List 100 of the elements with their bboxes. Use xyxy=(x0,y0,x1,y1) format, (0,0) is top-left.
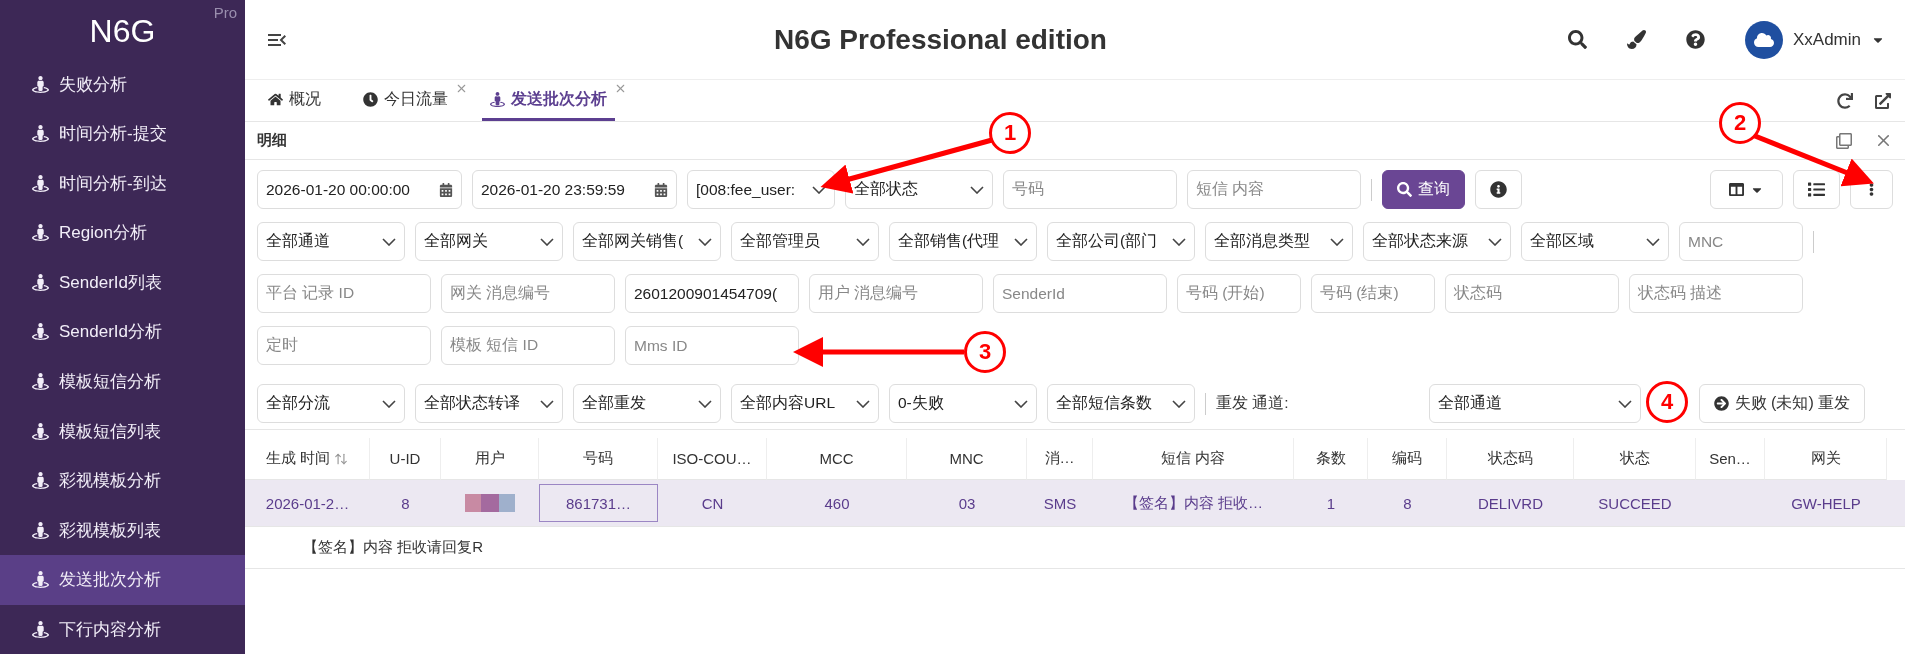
sidebar-item[interactable]: 时间分析-提交 xyxy=(0,109,245,159)
input-field[interactable]: 平台 记录 ID xyxy=(257,274,431,313)
person-icon xyxy=(32,174,49,192)
select-field[interactable]: 全部短信条数 xyxy=(1047,384,1195,423)
table-cell-text: 460 xyxy=(823,493,851,514)
restore-icon[interactable] xyxy=(1836,132,1852,149)
date-field[interactable]: 2026-01-20 00:00:00 xyxy=(257,170,462,209)
input-field[interactable]: 号码 (开始) xyxy=(1177,274,1301,313)
sidebar-item[interactable]: SenderId列表 xyxy=(0,257,245,308)
chevron-down-icon xyxy=(1172,399,1186,408)
select-field[interactable]: 全部通道 xyxy=(1428,384,1641,423)
select-field[interactable]: 全部状态转译 xyxy=(415,384,563,423)
table-cell-text: GW-HELP xyxy=(1790,493,1862,514)
sidebar-item[interactable]: 模板短信分析 xyxy=(0,356,245,407)
table-cell: 861731… xyxy=(539,484,658,522)
input-field[interactable]: 号码 (结束) xyxy=(1311,274,1435,313)
resend-button[interactable]: 失败 (未知) 重发 xyxy=(1698,384,1866,423)
person-icon xyxy=(32,472,49,490)
callout-number: 1 xyxy=(989,112,1031,154)
sidebar-item[interactable]: 模板短信列表 xyxy=(0,406,245,456)
list-button[interactable] xyxy=(1793,170,1840,209)
sidebar-item[interactable]: Region分析 xyxy=(0,208,245,258)
sidebar-item[interactable]: 失败分析 xyxy=(0,59,245,110)
edition-label: Pro xyxy=(213,4,237,21)
sidebar-item[interactable]: 下行内容分析 xyxy=(0,604,245,654)
chevron-down-icon xyxy=(698,237,712,246)
input-field[interactable]: 模板 短信 ID xyxy=(441,326,615,365)
select-field[interactable]: 全部公司(部门 xyxy=(1047,222,1195,261)
query-button[interactable]: 查询 xyxy=(1382,170,1465,209)
chevron-down-icon xyxy=(856,237,870,246)
page-title: N6G Professional edition xyxy=(774,23,1107,56)
sidebar-item[interactable]: 彩视模板列表 xyxy=(0,505,245,555)
chevron-down-icon xyxy=(1646,237,1660,246)
select-field[interactable]: 全部区域 xyxy=(1521,222,1669,261)
paintbrush-icon[interactable] xyxy=(1626,30,1646,49)
clock-icon xyxy=(363,91,378,107)
input-field[interactable]: 状态码 描述 xyxy=(1629,274,1803,313)
input-field[interactable]: 号码 xyxy=(1003,170,1177,209)
callout-number: 4 xyxy=(1646,381,1688,423)
user-name[interactable]: XxAdmin xyxy=(1792,29,1861,50)
close-icon[interactable] xyxy=(614,82,627,95)
tab[interactable]: 发送批次分析 xyxy=(482,80,615,121)
table-cell-text: 【签名】内容 拒收… xyxy=(1122,492,1265,513)
refresh-icon[interactable] xyxy=(1837,92,1853,109)
input-field[interactable]: 网关 消息编号 xyxy=(441,274,615,313)
input-field[interactable]: 短信 内容 xyxy=(1187,170,1361,209)
person-icon xyxy=(490,91,505,107)
person-icon xyxy=(32,273,49,291)
person-icon xyxy=(32,620,49,638)
table-row[interactable]: 2026-01-2… 8 861731… CN 460 03 SMS 【签名】内容 拒收… 1 8 DELIVRD SUCCEED GW-HELP xyxy=(245,480,1905,527)
select-field[interactable]: 全部内容URL xyxy=(731,384,879,423)
input-field[interactable]: SenderId xyxy=(993,274,1167,313)
user-avatar[interactable] xyxy=(1744,20,1783,59)
search-icon[interactable] xyxy=(1567,30,1587,49)
app-logo: N6G xyxy=(89,13,156,51)
sort-icon[interactable] xyxy=(334,451,349,466)
input-field[interactable]: 2601200901454709( xyxy=(625,274,799,313)
input-field[interactable]: 用户 消息编号 xyxy=(809,274,983,313)
select-field[interactable]: 0-失败 xyxy=(889,384,1037,423)
person-icon xyxy=(32,224,49,242)
person-icon xyxy=(32,521,49,539)
select-field[interactable]: 全部管理员 xyxy=(731,222,879,261)
info-button[interactable] xyxy=(1475,170,1522,209)
chevron-down-icon xyxy=(382,237,396,246)
chevron-down-icon xyxy=(698,399,712,408)
person-icon xyxy=(32,75,49,93)
input-field[interactable]: 定时 xyxy=(257,326,431,365)
table-cell-text: 8 xyxy=(1402,493,1413,514)
person-icon xyxy=(32,422,49,440)
date-field[interactable]: 2026-01-20 23:59:59 xyxy=(472,170,677,209)
table-cell-text: 8 xyxy=(400,493,411,514)
external-link-icon[interactable] xyxy=(1875,92,1891,109)
select-field[interactable]: 全部状态来源 xyxy=(1363,222,1511,261)
list-icon xyxy=(1808,181,1825,198)
columns-button[interactable] xyxy=(1710,170,1783,209)
sidebar-item[interactable]: 发送批次分析 xyxy=(0,554,245,605)
chevron-down-icon xyxy=(1488,237,1502,246)
select-field[interactable]: 全部消息类型 xyxy=(1205,222,1353,261)
table-cell-text: SMS xyxy=(1042,493,1078,514)
help-icon[interactable] xyxy=(1685,30,1705,49)
chevron-down-icon xyxy=(812,185,826,194)
input-field[interactable]: MNC xyxy=(1679,222,1803,261)
select-field[interactable]: 全部销售(代理 xyxy=(889,222,1037,261)
select-field[interactable]: 全部网关 xyxy=(415,222,563,261)
select-field[interactable]: 全部分流 xyxy=(257,384,405,423)
select-field[interactable]: 全部网关销售( xyxy=(573,222,721,261)
close-icon[interactable] xyxy=(455,82,468,95)
select-field[interactable]: 全部重发 xyxy=(573,384,721,423)
sidebar-item[interactable]: 时间分析-到达 xyxy=(0,158,245,209)
sidebar-item[interactable]: SenderId分析 xyxy=(0,307,245,357)
tab[interactable]: 概况 xyxy=(260,80,329,121)
chevron-down-icon xyxy=(970,185,984,194)
sidebar-item[interactable]: 彩视模板分析 xyxy=(0,455,245,506)
select-field[interactable]: [008:fee_user: xyxy=(687,170,835,209)
input-field[interactable]: Mms ID xyxy=(625,326,799,365)
select-field[interactable]: 全部状态 xyxy=(845,170,993,209)
tab[interactable]: 今日流量 xyxy=(355,80,456,121)
select-field[interactable]: 全部通道 xyxy=(257,222,405,261)
person-icon xyxy=(32,571,49,589)
input-field[interactable]: 状态码 xyxy=(1445,274,1619,313)
